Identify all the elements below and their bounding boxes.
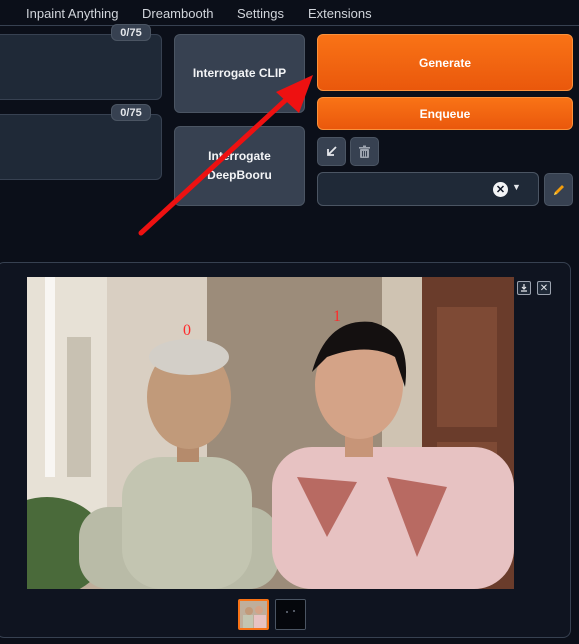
- annotation-arrow: [138, 75, 313, 236]
